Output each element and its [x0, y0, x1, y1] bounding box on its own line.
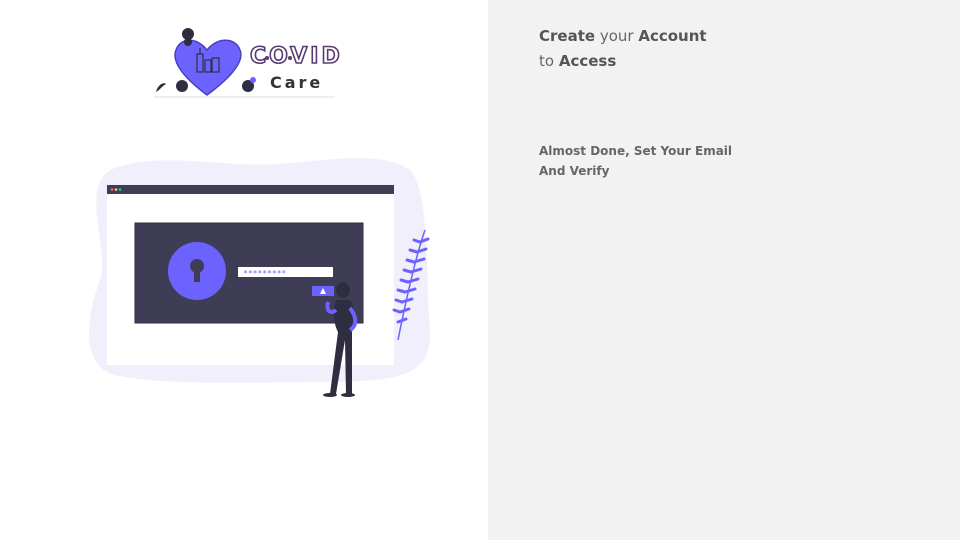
instructions-line-1: Almost Done, Set Your Email	[539, 144, 733, 158]
browser-titlebar	[107, 185, 394, 194]
covid-care-logo: COVID Care	[150, 20, 350, 100]
headline-line-1: Create your Account	[539, 24, 707, 49]
left-pane: COVID Care *********	[0, 0, 488, 540]
logo-care-text: Care	[270, 73, 324, 92]
headline-your: your	[599, 27, 634, 45]
logo-covid-text: COVID	[249, 43, 343, 70]
page-headline: Create your Account to Access	[539, 24, 707, 74]
instructions-line-2: And Verify	[539, 164, 610, 178]
illustration-svg: *********	[88, 157, 431, 397]
secure-login-illustration: *********	[80, 150, 440, 410]
right-pane: Create your Account to Access Almost Don…	[488, 0, 960, 540]
headline-line-2: to Access	[539, 49, 707, 74]
page: COVID Care ********* Create your Account…	[0, 0, 960, 540]
headline-account: Account	[638, 27, 707, 45]
headline-access: Access	[558, 52, 617, 70]
password-mask: *********	[243, 269, 287, 278]
headline-create: Create	[539, 27, 596, 45]
headline-to: to	[539, 52, 555, 70]
verify-instructions: Almost Done, Set Your Email And Verify	[539, 141, 739, 181]
